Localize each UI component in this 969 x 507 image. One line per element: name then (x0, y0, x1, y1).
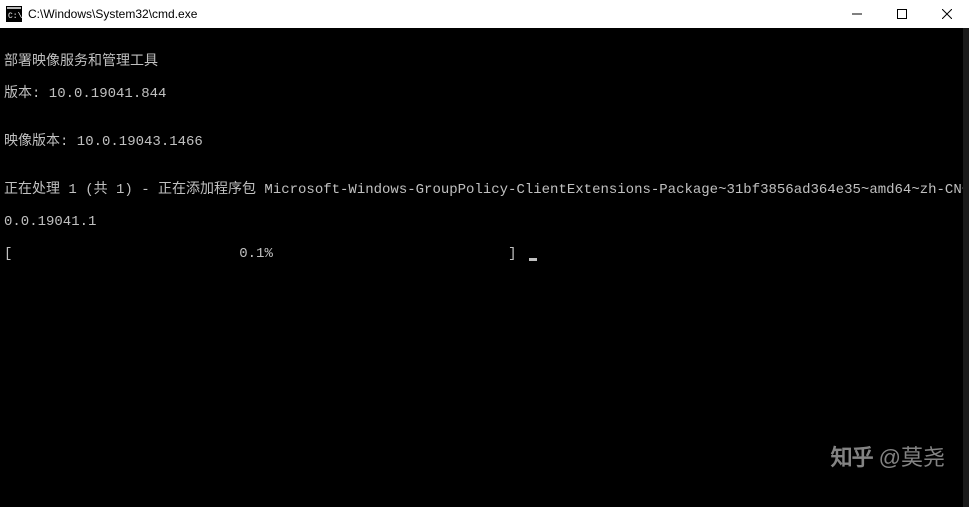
output-line: 版本: 10.0.19041.844 (4, 86, 965, 102)
output-line: 部署映像服务和管理工具 (4, 54, 965, 70)
output-line: 0.0.19041.1 (4, 214, 965, 230)
cursor-icon (529, 258, 537, 261)
output-line: 映像版本: 10.0.19043.1466 (4, 134, 965, 150)
watermark-logo: 知乎 (831, 440, 873, 472)
output-line: 正在处理 1 (共 1) - 正在添加程序包 Microsoft-Windows… (4, 182, 965, 198)
watermark: 知乎 @莫尧 (831, 440, 945, 472)
progress-text: [ 0.1% ] (4, 246, 525, 262)
scrollbar[interactable] (963, 28, 969, 507)
svg-text:C:\: C:\ (8, 12, 22, 21)
minimize-button[interactable] (834, 0, 879, 28)
progress-bar-line: [ 0.1% ] (4, 246, 965, 262)
watermark-handle: @莫尧 (879, 440, 945, 472)
window-controls (834, 0, 969, 28)
maximize-button[interactable] (879, 0, 924, 28)
close-button[interactable] (924, 0, 969, 28)
window-titlebar: C:\ C:\Windows\System32\cmd.exe (0, 0, 969, 28)
terminal-output[interactable]: 部署映像服务和管理工具 版本: 10.0.19041.844 映像版本: 10.… (0, 28, 969, 507)
window-title: C:\Windows\System32\cmd.exe (28, 7, 197, 21)
cmd-icon: C:\ (6, 6, 22, 22)
